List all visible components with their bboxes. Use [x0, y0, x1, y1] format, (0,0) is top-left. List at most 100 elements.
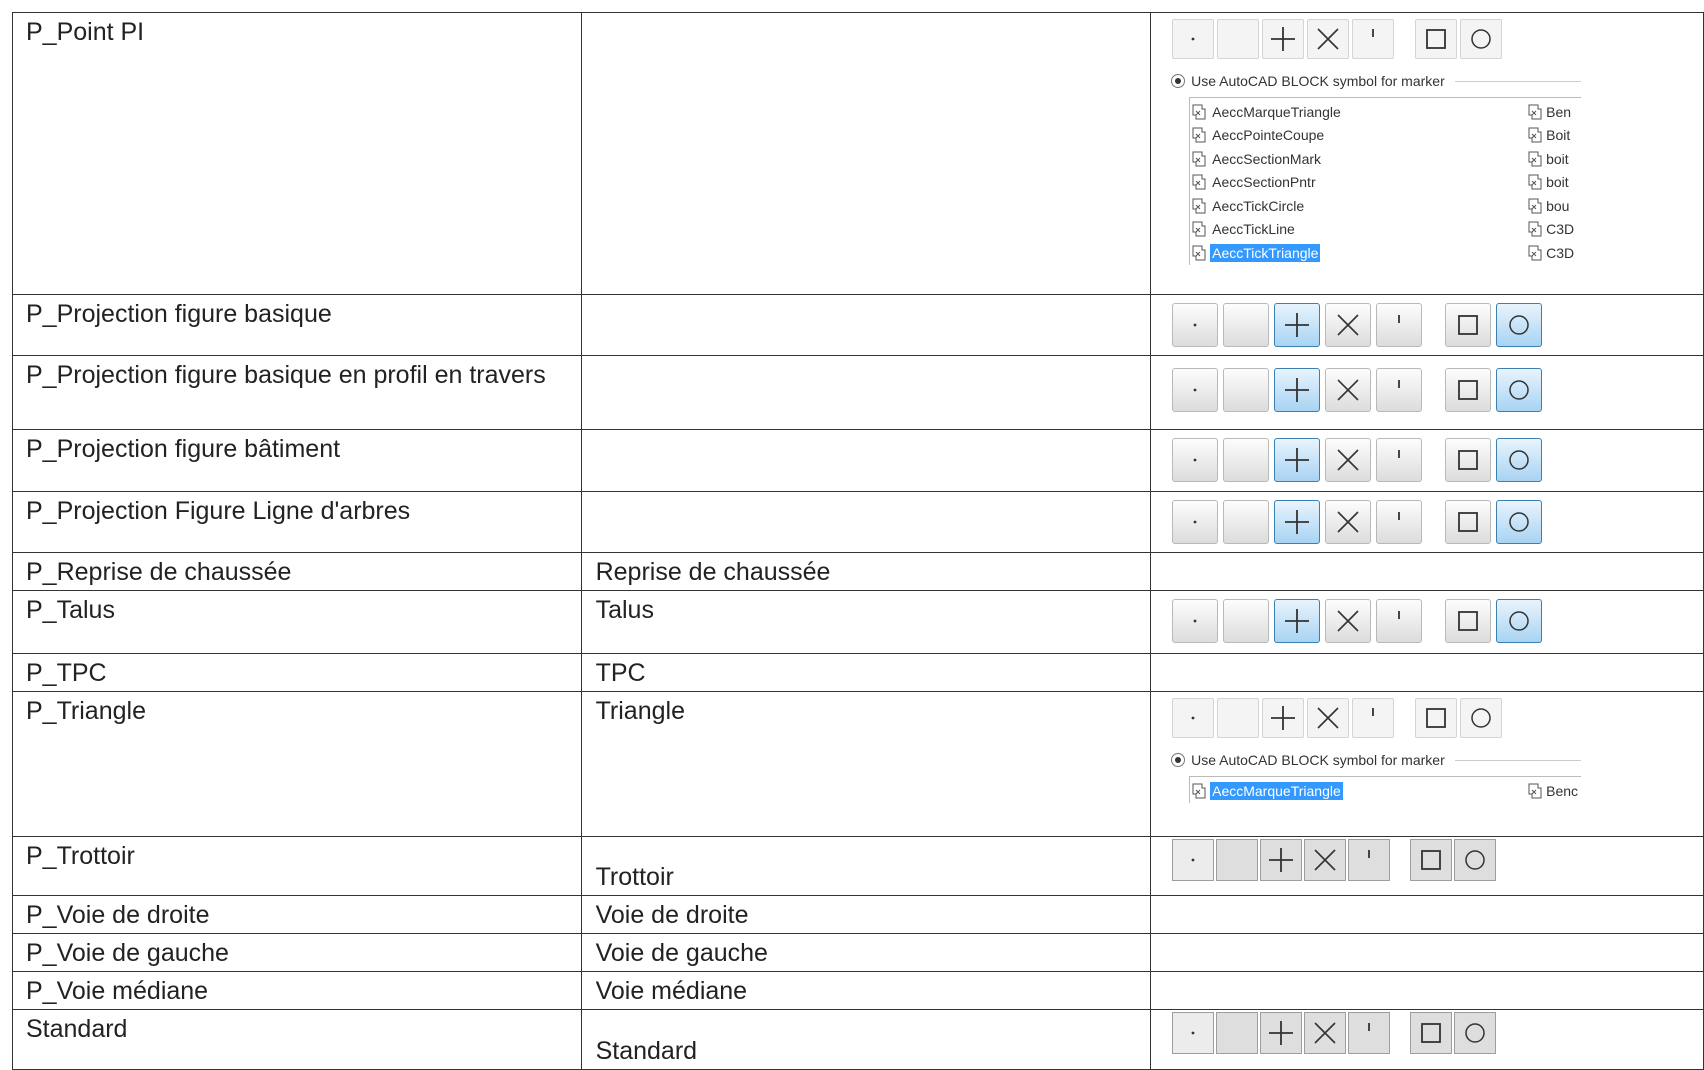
marker-square-button[interactable]: [1445, 368, 1492, 412]
plus-icon: [1271, 706, 1296, 730]
marker-square-button[interactable]: [1410, 839, 1453, 881]
marker-plus-button[interactable]: [1262, 698, 1305, 738]
tick-icon: [1368, 850, 1371, 858]
marker-dot-button[interactable]: [1172, 438, 1219, 482]
marker-toolbar: [1172, 500, 1702, 544]
none-icon: [1222, 845, 1252, 875]
marker-toolbar: [1172, 839, 1702, 881]
plus-icon: [1285, 448, 1310, 472]
radio-button[interactable]: [1171, 753, 1186, 767]
list-item[interactable]: AeccPointeCoupe Boit: [1190, 124, 1581, 148]
marker-none-button[interactable]: [1217, 698, 1260, 738]
block-icon: [1528, 783, 1542, 799]
marker-plus-button[interactable]: [1274, 500, 1321, 544]
circle-icon: [1509, 611, 1529, 631]
list-item[interactable]: AeccMarqueTriangle Ben: [1190, 100, 1581, 124]
block-name: AeccTickCircle: [1190, 197, 1306, 215]
table-row: P_Projection figure bâtiment: [12, 429, 1704, 492]
marker-plus-button[interactable]: [1274, 438, 1321, 482]
marker-circle-button[interactable]: [1496, 500, 1543, 544]
marker-tick-button[interactable]: [1352, 698, 1395, 738]
tick-icon: [1398, 611, 1401, 619]
marker-tick-button[interactable]: [1376, 368, 1423, 412]
marker-none-button[interactable]: [1223, 500, 1270, 544]
marker-dot-button[interactable]: [1172, 500, 1219, 544]
marker-plus-button[interactable]: [1274, 368, 1321, 412]
marker-square-button[interactable]: [1415, 698, 1458, 738]
marker-square-button[interactable]: [1445, 599, 1492, 643]
marker-dot-button[interactable]: [1172, 1012, 1215, 1054]
marker-square-button[interactable]: [1415, 19, 1458, 59]
block-icon: [1192, 221, 1206, 237]
style-description: Trottoir: [595, 863, 674, 891]
marker-circle-button[interactable]: [1496, 599, 1543, 643]
style-description: Voie de gauche: [595, 939, 768, 967]
marker-tick-button[interactable]: [1376, 303, 1423, 347]
marker-tick-button[interactable]: [1376, 438, 1423, 482]
marker-dot-button[interactable]: [1172, 19, 1215, 59]
marker-circle-button[interactable]: [1454, 1012, 1497, 1054]
marker-none-button[interactable]: [1216, 1012, 1259, 1054]
marker-dot-button[interactable]: [1172, 839, 1215, 881]
marker-circle-button[interactable]: [1460, 19, 1503, 59]
marker-square-button[interactable]: [1410, 1012, 1453, 1054]
marker-none-button[interactable]: [1217, 19, 1260, 59]
marker-x-button[interactable]: [1304, 1012, 1347, 1054]
marker-tick-button[interactable]: [1352, 19, 1395, 59]
plus-icon: [1269, 1021, 1294, 1045]
list-item[interactable]: AeccTickCircle bou: [1190, 194, 1581, 218]
marker-dot-button[interactable]: [1172, 698, 1215, 738]
marker-x-button[interactable]: [1325, 368, 1372, 412]
x-icon: [1337, 379, 1359, 401]
table-row: P_Voie de gauche Voie de gauche: [12, 933, 1704, 972]
marker-x-button[interactable]: [1325, 438, 1372, 482]
marker-none-button[interactable]: [1216, 839, 1259, 881]
list-item[interactable]: AeccSectionMark boit: [1190, 147, 1581, 171]
marker-dot-button[interactable]: [1172, 599, 1219, 643]
radio-button[interactable]: [1171, 74, 1186, 88]
block-list[interactable]: AeccMarqueTriangle Benc: [1189, 776, 1582, 803]
marker-none-button[interactable]: [1223, 368, 1270, 412]
list-item[interactable]: AeccTickTriangle C3D: [1190, 241, 1581, 265]
marker-x-button[interactable]: [1304, 839, 1347, 881]
marker-circle-button[interactable]: [1496, 438, 1543, 482]
marker-tick-button[interactable]: [1376, 500, 1423, 544]
marker-x-button[interactable]: [1325, 500, 1372, 544]
marker-square-button[interactable]: [1445, 500, 1492, 544]
marker-x-button[interactable]: [1325, 303, 1372, 347]
dot-icon: [1193, 323, 1197, 327]
marker-circle-button[interactable]: [1496, 303, 1543, 347]
marker-dot-button[interactable]: [1172, 303, 1219, 347]
marker-square-button[interactable]: [1445, 438, 1492, 482]
marker-square-button[interactable]: [1445, 303, 1492, 347]
marker-tick-button[interactable]: [1348, 1012, 1391, 1054]
marker-circle-button[interactable]: [1460, 698, 1503, 738]
none-icon: [1231, 445, 1261, 475]
marker-x-button[interactable]: [1307, 19, 1350, 59]
marker-plus-button[interactable]: [1274, 599, 1321, 643]
marker-x-button[interactable]: [1325, 599, 1372, 643]
marker-plus-button[interactable]: [1260, 839, 1303, 881]
marker-plus-button[interactable]: [1260, 1012, 1303, 1054]
marker-plus-button[interactable]: [1274, 303, 1321, 347]
marker-none-button[interactable]: [1223, 303, 1270, 347]
marker-x-button[interactable]: [1307, 698, 1350, 738]
marker-toolbar: [1172, 599, 1702, 643]
marker-circle-button[interactable]: [1454, 839, 1497, 881]
list-item[interactable]: AeccTickLine C3D: [1190, 218, 1581, 242]
marker-none-button[interactable]: [1223, 438, 1270, 482]
block-name-right: boit: [1526, 173, 1581, 191]
marker-tick-button[interactable]: [1348, 839, 1391, 881]
block-icon: [1528, 198, 1542, 214]
style-name: P_Talus: [26, 596, 115, 624]
marker-dot-button[interactable]: [1172, 368, 1219, 412]
marker-plus-button[interactable]: [1262, 19, 1305, 59]
marker-none-button[interactable]: [1223, 599, 1270, 643]
list-item[interactable]: AeccMarqueTriangle Benc: [1190, 779, 1581, 803]
block-icon: [1528, 151, 1542, 167]
marker-tick-button[interactable]: [1376, 599, 1423, 643]
block-icon: [1528, 127, 1542, 143]
block-list[interactable]: AeccMarqueTriangle Ben AeccPointeCoupe Boit…: [1189, 97, 1582, 265]
marker-circle-button[interactable]: [1496, 368, 1543, 412]
list-item[interactable]: AeccSectionPntr boit: [1190, 171, 1581, 195]
